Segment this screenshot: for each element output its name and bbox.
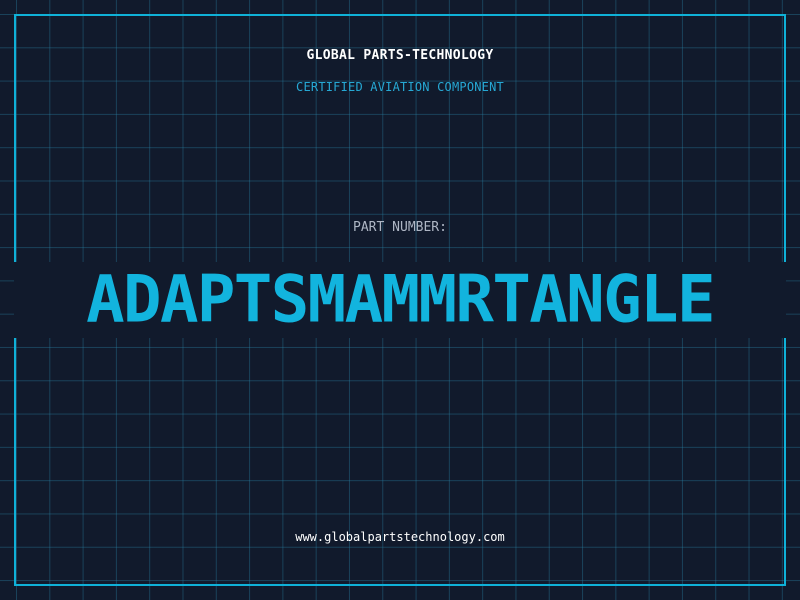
website-url: www.globalpartstechnology.com bbox=[295, 530, 505, 544]
part-number-label: PART NUMBER: bbox=[353, 220, 447, 235]
certification-subtitle: CERTIFIED AVIATION COMPONENT bbox=[296, 80, 504, 94]
blueprint-canvas: GLOBAL PARTS-TECHNOLOGY CERTIFIED AVIATI… bbox=[0, 0, 800, 600]
company-name: GLOBAL PARTS-TECHNOLOGY bbox=[306, 48, 494, 63]
part-number-value: ADAPTSMAMMRTANGLE bbox=[86, 262, 715, 338]
